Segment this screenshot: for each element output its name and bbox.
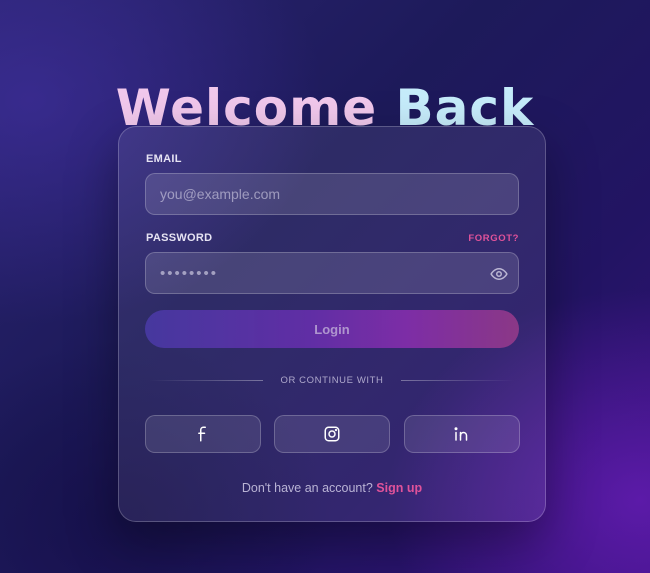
divider: OR CONTINUE WITH [145,373,519,389]
password-field-wrapper [145,252,519,294]
email-input[interactable] [146,174,518,214]
instagram-login-button[interactable] [274,415,390,453]
facebook-login-button[interactable] [145,415,261,453]
forgot-password-link[interactable]: FORGOT? [468,233,519,244]
signup-prompt: Don't have an account? [241,481,373,495]
signup-row: Don't have an account? Sign up [119,481,545,495]
instagram-icon [324,426,340,442]
login-card: EMAIL PASSWORD FORGOT? Login OR CONTINUE… [118,126,546,522]
password-label: PASSWORD [146,232,213,244]
email-field-wrapper [145,173,519,215]
email-label: EMAIL [146,153,182,165]
divider-line-right [401,380,515,381]
linkedin-icon [454,427,468,441]
password-input[interactable] [146,253,518,293]
signup-link[interactable]: Sign up [376,481,422,495]
linkedin-login-button[interactable] [404,415,520,453]
facebook-icon [198,426,206,442]
login-button[interactable]: Login [145,310,519,348]
eye-icon[interactable] [490,265,508,283]
